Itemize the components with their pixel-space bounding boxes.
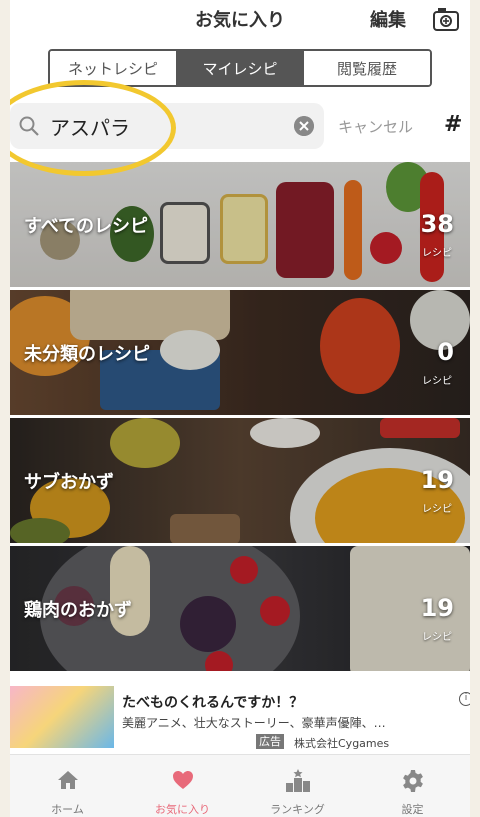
ad-image[interactable] [10,686,114,748]
tab-label: 設定 [401,803,424,816]
clear-icon[interactable] [294,116,314,136]
category-side-dishes[interactable]: サブおかず 19 レシピ [10,418,470,543]
tab-favorites[interactable]: お気に入り [125,755,240,817]
search-icon [19,116,39,136]
category-name: 未分類のレシピ [24,343,150,365]
recipe-count: 0 [437,338,454,366]
tab-bar: ホーム お気に入り ランキング 設定 [10,754,470,817]
heart-icon [172,771,193,789]
tab-home[interactable]: ホーム [10,755,125,817]
recipe-unit: レシピ [422,376,452,387]
header: お気に入り 編集 [10,0,470,40]
recipe-unit: レシピ [422,504,452,515]
ad-banner[interactable]: たべものくれるんですか！？ 美麗アニメ、壮大なストーリー、豪華声優陣、… 広告 … [10,680,470,754]
app-screen: お気に入り 編集 ネットレシピ マイレシピ 閲覧履歴 キャンセル # [10,0,470,817]
hashtag-button[interactable]: # [444,112,462,137]
recipe-unit: レシピ [422,632,452,643]
tab-net-recipe[interactable]: ネットレシピ [50,51,177,85]
category-all-recipes[interactable]: すべてのレシピ 38 レシピ [10,162,470,287]
recipe-count: 19 [420,466,454,494]
category-unsorted-recipes[interactable]: 未分類のレシピ 0 レシピ [10,290,470,415]
edit-button[interactable]: 編集 [370,6,406,32]
category-name: サブおかず [24,471,114,493]
recipe-count: 19 [420,594,454,622]
ad-description: 美麗アニメ、壮大なストーリー、豪華声優陣、… [122,716,386,730]
tab-label: ホーム [51,803,84,816]
tab-settings[interactable]: 設定 [355,755,470,817]
segment-control: ネットレシピ マイレシピ 閲覧履歴 [48,49,432,87]
search-input[interactable] [50,111,290,141]
home-icon [57,771,78,789]
info-icon[interactable]: i [459,692,470,706]
category-name: 鶏肉のおかず [24,599,132,621]
tab-label: ランキング [270,803,325,816]
ad-company: 株式会社Cygames [294,737,390,750]
camera-add-icon[interactable] [432,6,460,32]
search-box [10,103,324,149]
gear-icon [402,770,423,792]
tab-label: お気に入り [155,803,210,816]
tab-history[interactable]: 閲覧履歴 [304,51,430,85]
recipe-count: 38 [420,210,454,238]
ranking-icon [285,769,310,792]
recipe-unit: レシピ [422,248,452,259]
ad-badge: 広告 [256,734,284,749]
category-chicken-dishes[interactable]: 鶏肉のおかず 19 レシピ [10,546,470,671]
cancel-button[interactable]: キャンセル [338,116,413,137]
category-name: すべてのレシピ [24,215,149,237]
tab-ranking[interactable]: ランキング [240,755,355,817]
ad-title: たべものくれるんですか！？ [122,695,304,711]
tab-my-recipe[interactable]: マイレシピ [177,51,304,85]
